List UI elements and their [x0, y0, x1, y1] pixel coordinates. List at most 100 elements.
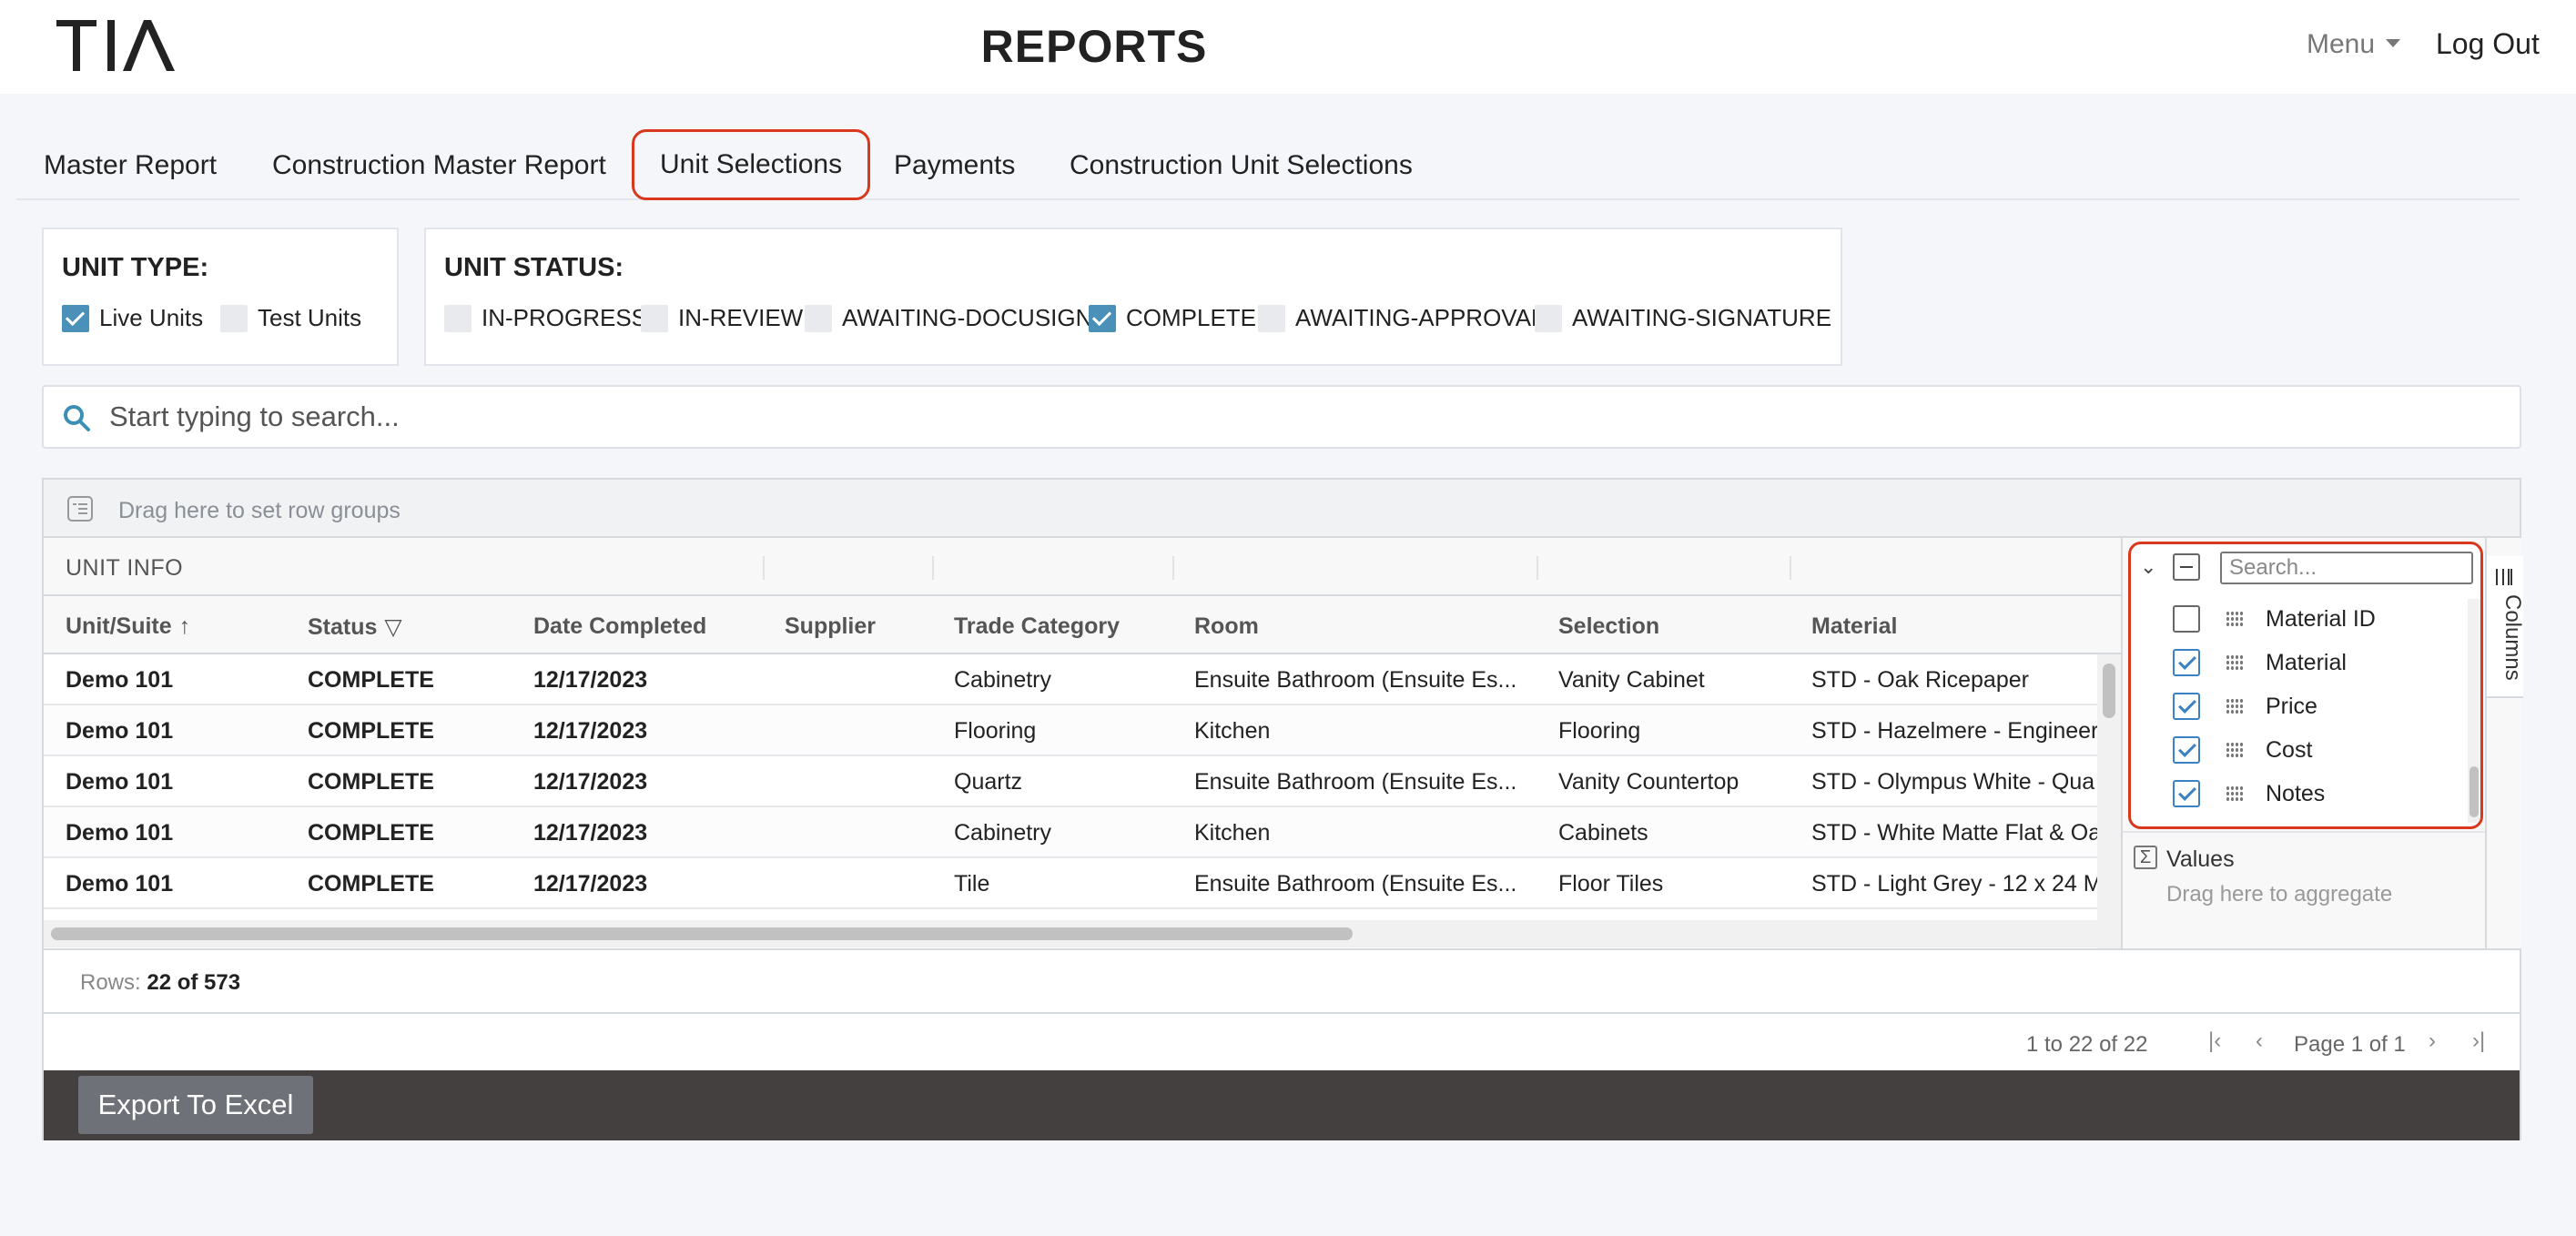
header-group-row: UNIT INFO: [44, 538, 2121, 596]
search-input[interactable]: [109, 396, 2476, 438]
column-item-material[interactable]: Material: [2131, 641, 2468, 684]
scrollbar-thumb[interactable]: [51, 927, 1353, 940]
table-row[interactable]: Demo 101 COMPLETE 12/17/2023 Cabinetry K…: [44, 807, 2097, 858]
horizontal-scrollbar[interactable]: [44, 920, 2097, 947]
column-item-price[interactable]: Price: [2131, 684, 2468, 728]
next-page-icon[interactable]: ›: [2429, 1028, 2436, 1054]
caret-down-icon: [2386, 38, 2401, 47]
checkbox-checked-icon[interactable]: [2173, 649, 2200, 676]
logout-link[interactable]: Log Out: [2436, 27, 2540, 61]
vertical-scrollbar[interactable]: [2097, 654, 2121, 948]
pagination-bar: 1 to 22 of 22 |‹ ‹ Page 1 of 1 › ›|: [44, 1012, 2520, 1070]
column-item-material-id[interactable]: Material ID: [2131, 597, 2468, 641]
status-awaiting-approval-checkbox[interactable]: AWAITING-APPROVAL: [1258, 304, 1545, 332]
checkbox-unchecked-icon: [1258, 304, 1285, 332]
unit-status-filter: UNIT STATUS: IN-PROGRESS IN-REVIEW AWAIT…: [424, 228, 1842, 366]
status-in-review-checkbox[interactable]: IN-REVIEW: [641, 304, 803, 332]
col-header-unit-suite[interactable]: Unit/Suite ↑: [66, 613, 190, 640]
cell-status: COMPLETE: [308, 820, 434, 846]
status-awaiting-signature-checkbox[interactable]: AWAITING-SIGNATURE: [1535, 304, 1831, 332]
select-all-columns-checkbox[interactable]: [2173, 553, 2200, 581]
tab-construction-master-report[interactable]: Construction Master Report: [272, 127, 606, 200]
header-group-unit-info: UNIT INFO: [66, 555, 184, 581]
col-header-trade-category[interactable]: Trade Category: [954, 613, 1120, 640]
checkbox-unchecked-icon[interactable]: [2173, 605, 2200, 633]
scrollbar-thumb[interactable]: [2470, 766, 2479, 817]
row-count-value: 22 of 573: [147, 970, 241, 995]
pagination-summary: 1 to 22 of 22: [2026, 1032, 2148, 1057]
column-item-cost[interactable]: Cost: [2131, 728, 2468, 772]
status-complete-checkbox[interactable]: COMPLETE: [1089, 304, 1256, 332]
checkbox-checked-icon[interactable]: [2173, 780, 2200, 807]
row-group-drop-zone[interactable]: Drag here to set row groups: [44, 480, 2520, 538]
chevron-down-icon[interactable]: ⌄: [2140, 555, 2156, 579]
cell-trade: Quartz: [954, 769, 1023, 795]
col-header-material[interactable]: Material: [1811, 613, 1897, 640]
drag-handle-icon[interactable]: [2226, 698, 2244, 714]
previous-page-icon[interactable]: ‹: [2256, 1028, 2263, 1054]
grid-footer: Export To Excel: [44, 1070, 2520, 1140]
column-item-label: Material: [2266, 649, 2347, 675]
checkbox-checked-icon: [1089, 304, 1116, 332]
cell-material: STD - Light Grey - 12 x 24 M: [1811, 871, 2097, 897]
scrollbar-thumb[interactable]: [2103, 664, 2115, 718]
column-item-notes[interactable]: Notes: [2131, 772, 2468, 816]
table-row[interactable]: Demo 101 COMPLETE 12/17/2023 Cabinetry E…: [44, 654, 2097, 705]
tab-construction-unit-selections[interactable]: Construction Unit Selections: [1070, 127, 1413, 200]
column-header-row: Unit/Suite ↑ Status ▽ Date Completed Suppl…: [44, 596, 2121, 654]
cell-status: COMPLETE: [308, 667, 434, 693]
columns-side-tab[interactable]: Columns: [2487, 556, 2525, 698]
col-header-selection[interactable]: Selection: [1558, 613, 1659, 640]
column-list-scrollbar[interactable]: [2468, 599, 2480, 823]
row-group-icon: [67, 496, 93, 522]
status-in-progress-checkbox[interactable]: IN-PROGRESS: [444, 304, 647, 332]
search-bar: [42, 385, 2521, 449]
row-count: Rows: 22 of 573: [80, 970, 240, 996]
header-separator: [763, 556, 765, 580]
table-row[interactable]: Demo 101 COMPLETE 12/17/2023 Quartz Ensu…: [44, 756, 2097, 807]
checkbox-unchecked-icon: [641, 304, 668, 332]
status-label: AWAITING-APPROVAL: [1295, 304, 1545, 331]
cell-unit: Demo 101: [66, 820, 174, 846]
cell-unit: Demo 101: [66, 667, 174, 693]
checkbox-checked-icon[interactable]: [2173, 693, 2200, 720]
unit-type-title: UNIT TYPE:: [62, 253, 209, 282]
header: REPORTS Menu Log Out: [0, 0, 2576, 94]
drag-handle-icon[interactable]: [2226, 611, 2244, 627]
values-drop-zone[interactable]: Σ Values Drag here to aggregate: [2123, 831, 2485, 948]
unit-status-title: UNIT STATUS:: [444, 253, 624, 282]
checkbox-checked-icon[interactable]: [2173, 736, 2200, 764]
last-page-icon[interactable]: ›|: [2472, 1028, 2485, 1054]
live-units-checkbox[interactable]: Live Units: [62, 304, 203, 332]
test-units-checkbox[interactable]: Test Units: [220, 304, 361, 332]
cell-room: Kitchen: [1194, 820, 1271, 846]
tab-payments[interactable]: Payments: [894, 127, 1015, 200]
tab-master-report[interactable]: Master Report: [44, 127, 217, 200]
drag-handle-icon[interactable]: [2226, 785, 2244, 802]
column-search-input[interactable]: [2220, 552, 2473, 584]
drag-handle-icon[interactable]: [2226, 742, 2244, 758]
cell-date: 12/17/2023: [533, 871, 648, 897]
cell-status: COMPLETE: [308, 871, 434, 897]
menu-dropdown[interactable]: Menu: [2307, 29, 2401, 60]
checkbox-checked-icon: [62, 304, 89, 332]
drag-handle-icon[interactable]: [2226, 654, 2244, 671]
cell-unit: Demo 101: [66, 871, 174, 897]
table-row[interactable]: Demo 101 COMPLETE 12/17/2023 Tile Ensuit…: [44, 858, 2097, 909]
col-header-date-completed[interactable]: Date Completed: [533, 613, 706, 640]
tab-unit-selections[interactable]: Unit Selections: [632, 129, 871, 200]
column-item-label: Notes: [2266, 780, 2326, 806]
export-to-excel-button[interactable]: Export To Excel: [78, 1076, 313, 1134]
first-page-icon[interactable]: |‹: [2208, 1028, 2221, 1054]
col-header-supplier[interactable]: Supplier: [785, 613, 876, 640]
cell-status: COMPLETE: [308, 718, 434, 744]
sort-ascending-icon: ↑: [178, 613, 191, 639]
cell-selection: Flooring: [1558, 718, 1641, 744]
columns-side-tab-label: Columns: [2500, 594, 2525, 681]
table-row[interactable]: Demo 101 COMPLETE 12/17/2023 Flooring Ki…: [44, 705, 2097, 756]
cell-trade: Flooring: [954, 718, 1037, 744]
col-header-status[interactable]: Status ▽: [308, 613, 402, 641]
col-header-room[interactable]: Room: [1194, 613, 1259, 640]
status-awaiting-docusign-checkbox[interactable]: AWAITING-DOCUSIGN: [805, 304, 1092, 332]
checkbox-unchecked-icon: [805, 304, 832, 332]
